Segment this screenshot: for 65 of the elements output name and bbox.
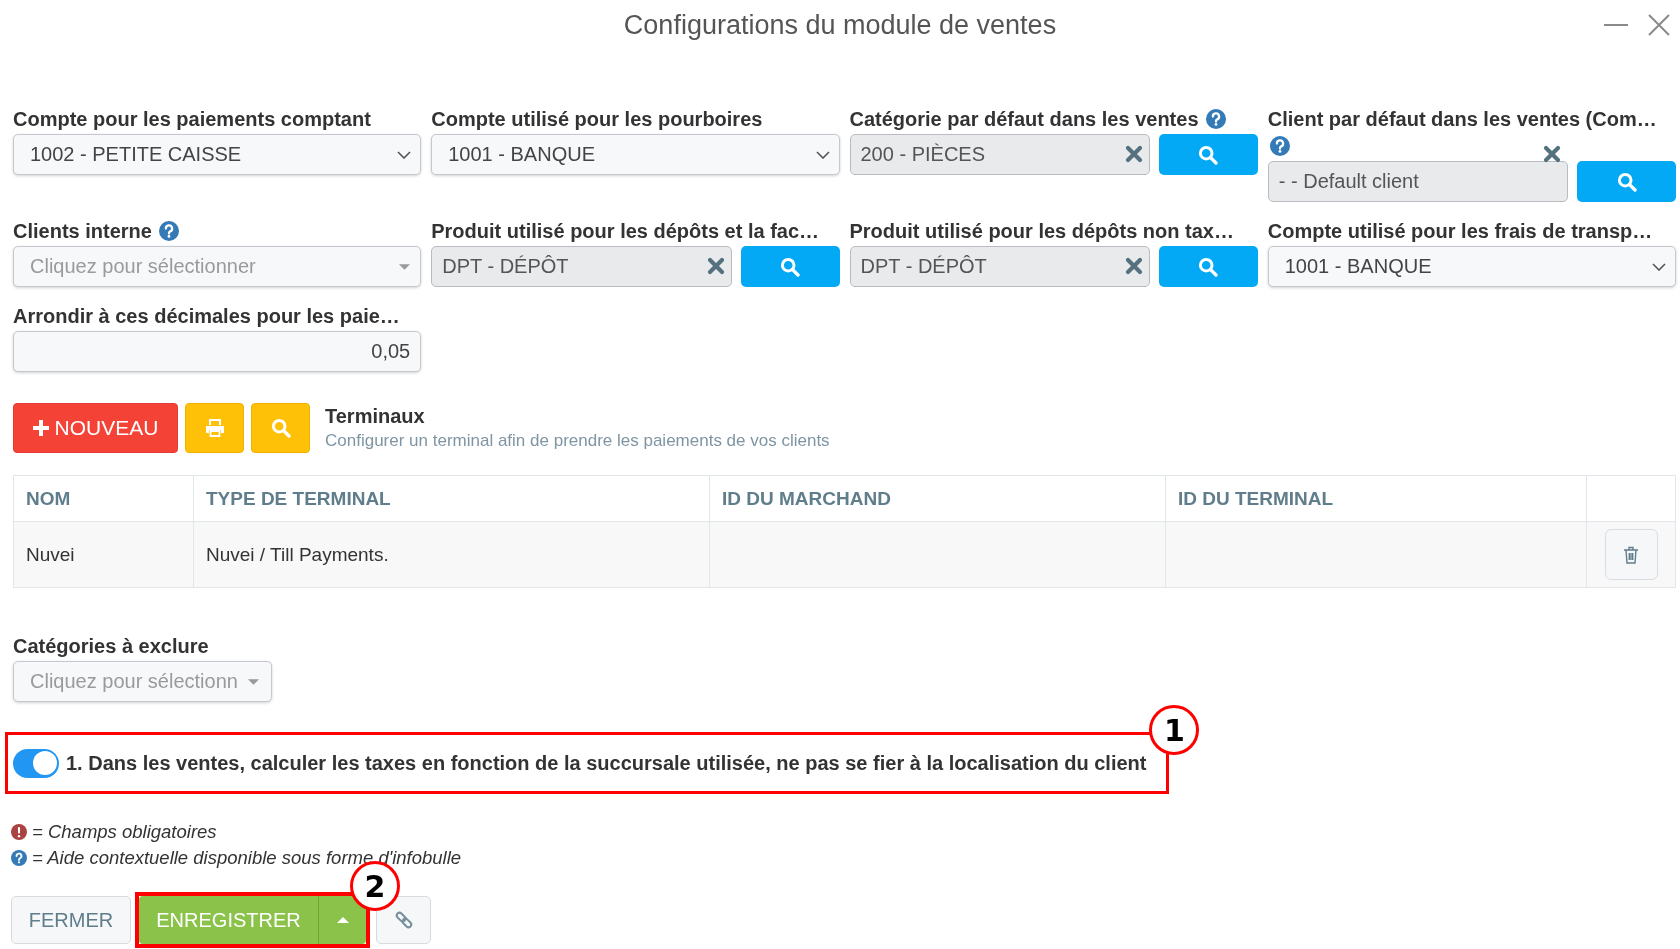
trash-icon: [1623, 545, 1639, 564]
printer-icon: [204, 419, 225, 437]
field-label: Clients interne: [13, 220, 152, 242]
cross-icon[interactable]: [1124, 257, 1143, 275]
column-header: ID DU MARCHAND: [709, 475, 1166, 522]
annotation-marker: 1: [1149, 705, 1200, 755]
search-button[interactable]: [1577, 161, 1676, 202]
new-button[interactable]: NOUVEAU: [13, 403, 178, 453]
lookup-field[interactable]: 200 - PIÈCES: [849, 134, 1150, 175]
section-title: Terminaux: [325, 404, 426, 429]
table-cell: Nuvei / Till Payments.: [193, 521, 710, 588]
field-label: Compte utilisé pour les pourboires: [431, 108, 763, 130]
section-subtitle: Configurer un terminal afin de prendre les paiements de vos clients: [325, 430, 830, 452]
caret-up-icon: [336, 917, 349, 923]
lookup-field[interactable]: DPT - DÉPÔT: [849, 246, 1150, 287]
search-button[interactable]: [740, 246, 840, 287]
cross-icon[interactable]: [1124, 145, 1143, 163]
chevron-down-icon: [1652, 262, 1666, 271]
chain-link-icon: [393, 910, 414, 930]
toggle-switch[interactable]: [13, 748, 59, 778]
field-label: Arrondir à ces décimales pour les paie…: [13, 305, 400, 327]
search-icon: [1198, 256, 1219, 277]
delete-button[interactable]: [1604, 529, 1658, 580]
legend-text: = Champs obligatoires: [32, 820, 217, 844]
field-label: Client par défaut dans les ventes (Com…: [1267, 108, 1657, 130]
exclamation-icon: [11, 824, 27, 840]
window-title: Configurations du module de ventes: [623, 9, 1057, 41]
plus-icon: [32, 420, 49, 436]
lookup-field[interactable]: DPT - DÉPÔT: [431, 246, 732, 287]
search-icon: [780, 256, 800, 277]
select-field[interactable]: 1002 - PETITE CAISSE: [13, 134, 422, 175]
lookup-field[interactable]: - - Default client: [1267, 161, 1568, 202]
search-button[interactable]: [1158, 134, 1258, 175]
chevron-down-icon: [815, 150, 830, 159]
field-label: Catégories à exclure: [13, 635, 209, 657]
column-header: TYPE DE TERMINAL: [193, 475, 710, 522]
help-icon: [11, 850, 27, 866]
search-icon: [270, 418, 291, 438]
field-label: Compte utilisé pour les frais de transp…: [1267, 220, 1653, 242]
help-icon[interactable]: [1269, 136, 1290, 156]
column-header: NOM: [13, 475, 194, 522]
field-label: Produit utilisé pour les dépôts et la fac…: [431, 220, 820, 242]
help-icon[interactable]: [159, 221, 180, 241]
caret-down-icon: [399, 263, 411, 270]
field-label: Produit utilisé pour les dépôts non tax…: [849, 220, 1234, 242]
select-field[interactable]: 1001 - BANQUE: [431, 134, 840, 175]
field-label: Compte pour les paiements comptant: [13, 108, 371, 130]
help-icon[interactable]: [1206, 109, 1227, 129]
cross-icon[interactable]: [706, 257, 725, 275]
close-button[interactable]: FERMER: [11, 896, 131, 944]
table-cell: Nuvei: [13, 521, 194, 588]
column-header: ID DU TERMINAL: [1165, 475, 1587, 522]
cross-icon[interactable]: [1543, 145, 1561, 163]
field-label: Catégorie par défaut dans les ventes: [849, 108, 1199, 130]
search-button[interactable]: [1158, 246, 1258, 287]
search-icon: [1198, 144, 1219, 165]
chevron-down-icon: [397, 150, 412, 159]
close-icon[interactable]: [1648, 14, 1670, 36]
search-icon: [1616, 171, 1637, 192]
number-field[interactable]: 0,05: [13, 331, 422, 372]
option-label: 1. Dans les ventes, calculer les taxes en fonction de la succursale utilisée, ne pas se fier à la localisation du client: [66, 751, 1147, 775]
select-field[interactable]: 1001 - BANQUE: [1267, 246, 1676, 287]
print-button[interactable]: [185, 403, 244, 453]
search-button[interactable]: [251, 403, 310, 453]
caret-down-icon: [247, 678, 259, 685]
